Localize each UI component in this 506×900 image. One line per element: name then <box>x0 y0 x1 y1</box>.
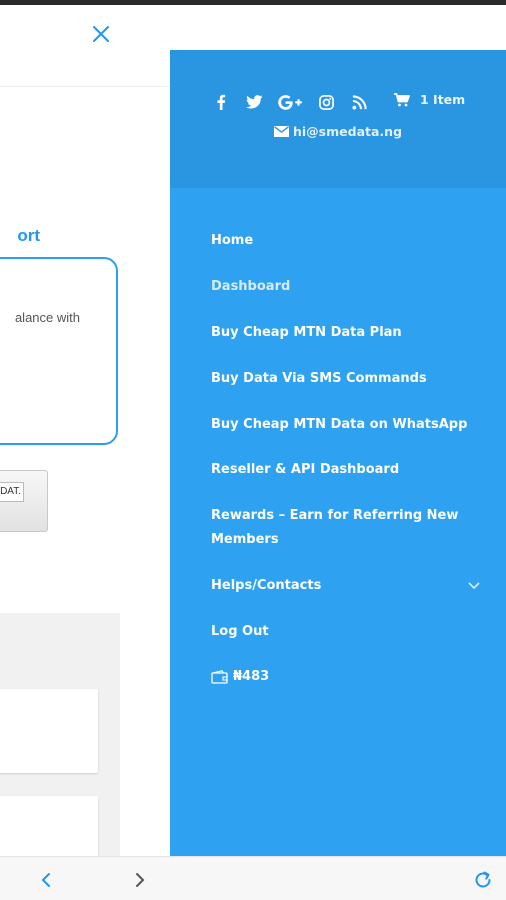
background-card <box>0 257 118 445</box>
menu-item-helps-label: Helps/Contacts <box>211 578 322 593</box>
wallet-icon <box>211 670 228 684</box>
background-card-text: alance with <box>14 310 80 325</box>
back-arrow-icon[interactable] <box>36 869 58 891</box>
app-screen: ort alance with DAT. 1 Item hi@smedata.n… <box>0 0 506 900</box>
forward-arrow-icon[interactable] <box>128 869 150 891</box>
google-plus-icon[interactable] <box>278 93 302 111</box>
menu-item-rewards-line2: Members <box>211 532 279 547</box>
envelope-icon <box>274 126 289 137</box>
chevron-down-icon[interactable] <box>467 580 481 592</box>
menu-item-whatsapp[interactable]: Buy Cheap MTN Data on WhatsApp <box>211 413 481 437</box>
menu-item-helps-contacts[interactable]: Helps/Contacts <box>211 574 481 598</box>
menu-item-rewards[interactable]: Rewards – Earn for Referring New Members <box>211 504 481 552</box>
menu-item-dashboard[interactable]: Dashboard <box>211 275 481 299</box>
social-links <box>212 92 383 112</box>
background-heading: ort <box>17 226 40 245</box>
close-icon[interactable] <box>89 22 113 46</box>
cart-icon <box>394 92 410 106</box>
navigation-drawer: 1 Item hi@smedata.ng Home Dashboard Buy … <box>170 50 506 856</box>
wallet-amount: ₦483 <box>233 669 270 684</box>
cart-label: 1 Item <box>420 92 466 107</box>
background-button-label: DAT. <box>0 482 24 502</box>
menu-item-sms-commands[interactable]: Buy Data Via SMS Commands <box>211 367 481 391</box>
facebook-icon[interactable] <box>212 93 230 111</box>
email-link[interactable]: hi@smedata.ng <box>274 124 402 139</box>
drawer-header: 1 Item hi@smedata.ng <box>170 50 506 188</box>
background-panel-card <box>0 689 98 773</box>
header-divider <box>0 86 170 87</box>
menu-item-buy-mtn-data[interactable]: Buy Cheap MTN Data Plan <box>211 321 481 345</box>
rss-icon[interactable] <box>350 93 368 111</box>
cart-button[interactable]: 1 Item <box>394 92 465 107</box>
menu-item-rewards-line1: Rewards – Earn for Referring New <box>211 508 459 523</box>
twitter-icon[interactable] <box>245 93 263 111</box>
menu-item-home[interactable]: Home <box>211 229 481 253</box>
menu-item-reseller[interactable]: Reseller & API Dashboard <box>211 458 481 482</box>
status-strip <box>0 0 506 5</box>
wallet-balance[interactable]: ₦483 <box>211 665 481 689</box>
browser-bottom-bar <box>0 856 506 900</box>
instagram-icon[interactable] <box>317 93 335 111</box>
menu-item-logout[interactable]: Log Out <box>211 620 481 644</box>
refresh-icon[interactable] <box>472 869 494 891</box>
email-text: hi@smedata.ng <box>293 124 403 139</box>
